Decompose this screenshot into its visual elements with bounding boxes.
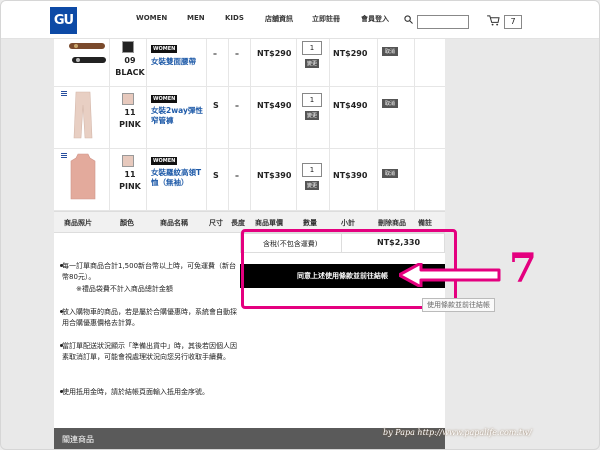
color-swatch <box>122 41 134 53</box>
nav-women[interactable]: WOMEN <box>136 14 167 22</box>
note-cancel-fee: 當訂單配送狀況顯示「準備出貨中」時，其後若因個人因素取消訂單，可能會視處理狀況向… <box>60 342 237 361</box>
belt-thumbnail <box>69 43 106 63</box>
pants-thumbnail <box>73 91 93 139</box>
nav-register[interactable]: 立即註冊 <box>312 14 340 24</box>
expand-icon[interactable] <box>61 153 67 159</box>
note-free-shipping: 每一訂單商品合計1,500新台幣以上時，可免運費（新台幣80元）。 <box>60 262 237 281</box>
delete-button[interactable]: 取消 <box>382 99 399 108</box>
step-number: 7 <box>509 245 537 292</box>
nav-kids[interactable]: KIDS <box>225 14 244 22</box>
cart-row: 09 BLACK WOMEN 女裝雙面腰帶 – – NT$290 1 變更 NT… <box>54 25 445 87</box>
page-frame: GU WOMEN MEN KIDS 店舖資訊 立即註冊 會員登入 7 09 BL… <box>0 0 600 450</box>
length-cell: – <box>235 101 239 110</box>
note-voucher: 使用抵用金時，請於結帳頁面輸入抵用金序號。 <box>60 388 209 396</box>
watermark: by Papa http://www.papalife.com.tw/ <box>383 428 532 437</box>
subtotal-cell: NT$290 <box>333 49 368 58</box>
color-name: PINK <box>119 182 141 191</box>
color-code: 11 <box>124 170 136 179</box>
annotation-arrow-icon <box>399 263 501 287</box>
size-cell: S <box>213 171 219 180</box>
related-label: 關連商品 <box>62 435 94 444</box>
price-cell: NT$390 <box>257 171 292 180</box>
cart-row: 11 PINK WOMEN 女裝2way彈性窄管褲 S – NT$490 1 變… <box>54 87 445 149</box>
col-remark: 備註 <box>418 219 432 227</box>
col-color: 顏色 <box>120 219 134 227</box>
quantity-input[interactable]: 1 <box>302 41 322 55</box>
color-swatch <box>122 155 134 167</box>
cart-count[interactable]: 7 <box>504 15 522 29</box>
top-thumbnail <box>70 153 96 200</box>
note-gift-bag: ※禮品袋費不計入商品總計金額 <box>76 285 173 293</box>
cart-row: 11 PINK WOMEN 女裝羅紋高領T恤（無袖） S – NT$390 1 … <box>54 149 445 211</box>
product-name[interactable]: 女裝2way彈性窄管褲 <box>151 106 207 126</box>
expand-icon[interactable] <box>61 91 67 97</box>
color-swatch <box>122 93 134 105</box>
price-cell: NT$290 <box>257 49 292 58</box>
update-qty-button[interactable]: 變更 <box>305 181 320 190</box>
women-badge: WOMEN <box>151 95 178 103</box>
color-name: PINK <box>119 120 141 129</box>
size-cell: S <box>213 101 219 110</box>
search-icon[interactable] <box>404 15 413 24</box>
color-code: 09 <box>124 56 136 65</box>
update-qty-button[interactable]: 變更 <box>305 59 320 68</box>
update-qty-button[interactable]: 變更 <box>305 111 320 120</box>
col-photo: 商品照片 <box>64 219 92 227</box>
nav-store-info[interactable]: 店舖資訊 <box>265 14 293 24</box>
women-badge: WOMEN <box>151 45 178 53</box>
nav-login[interactable]: 會員登入 <box>361 14 389 24</box>
product-name[interactable]: 女裝雙面腰帶 <box>151 57 207 67</box>
quantity-input[interactable]: 1 <box>302 163 322 177</box>
cart-icon[interactable] <box>487 15 500 26</box>
checkout-tooltip: 使用條款並前往結帳 <box>422 298 495 312</box>
subtotal-cell: NT$490 <box>333 101 368 110</box>
quantity-input[interactable]: 1 <box>302 93 322 107</box>
delete-button[interactable]: 取消 <box>382 47 399 56</box>
subtotal-cell: NT$390 <box>333 171 368 180</box>
col-name: 商品名稱 <box>160 219 188 227</box>
col-delete: 刪除商品 <box>378 219 406 227</box>
length-cell: – <box>235 49 239 58</box>
price-cell: NT$490 <box>257 101 292 110</box>
col-subtotal: 小計 <box>341 219 355 227</box>
women-badge: WOMEN <box>151 157 178 165</box>
size-cell: – <box>213 49 217 58</box>
col-size: 尺寸 <box>209 219 223 227</box>
delete-button[interactable]: 取消 <box>382 169 399 178</box>
nav-men[interactable]: MEN <box>187 14 205 22</box>
col-qty: 數量 <box>303 219 317 227</box>
col-unit-price: 商品單價 <box>255 219 283 227</box>
note-bundle-discount: 放入購物車的商品，若是屬於合購優惠時，系統會自動採用合購優惠價格去計算。 <box>60 308 237 327</box>
length-cell: – <box>235 171 239 180</box>
col-length: 長度 <box>231 219 245 227</box>
product-name[interactable]: 女裝羅紋高領T恤（無袖） <box>151 168 207 188</box>
color-name: BLACK <box>115 68 145 77</box>
color-code: 11 <box>124 108 136 117</box>
